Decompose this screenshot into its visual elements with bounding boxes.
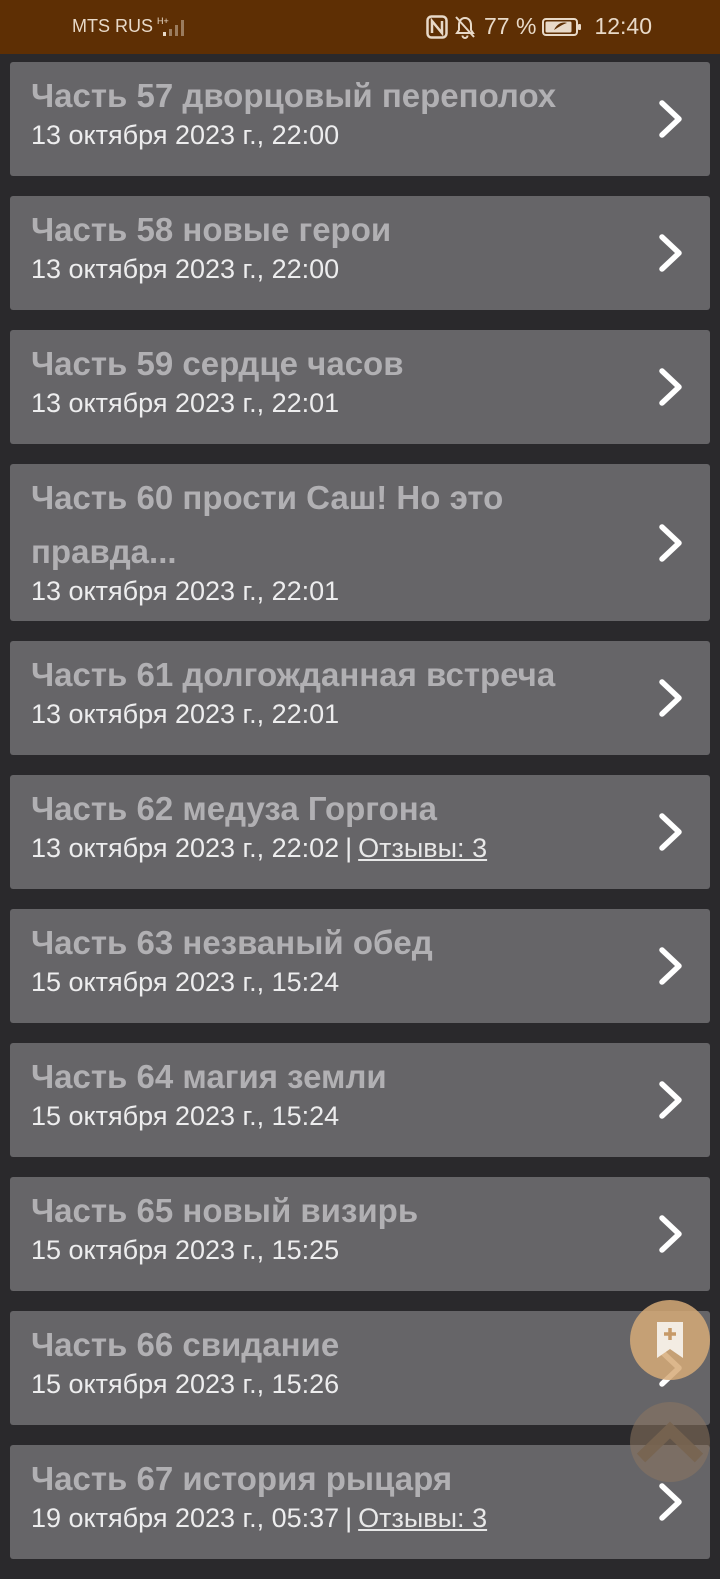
chevron-right-icon <box>658 678 684 718</box>
chapter-meta: 15 октября 2023 г., 15:24 <box>31 964 640 1000</box>
bell-off-icon <box>454 15 476 39</box>
chapter-date: 13 октября 2023 г., 22:01 <box>31 699 340 729</box>
chapter-list: Часть 57 дворцовый переполох 13 октября 2… <box>10 62 710 1579</box>
chevron-right-icon <box>658 812 684 852</box>
chapter-meta: 19 октября 2023 г., 05:37 | Отзывы: 3 <box>31 1500 640 1536</box>
chapter-item[interactable]: Часть 63 незваный обед 15 октября 2023 г.… <box>10 909 710 1023</box>
chapter-date: 13 октября 2023 г., 22:00 <box>31 254 340 284</box>
chapter-date: 15 октября 2023 г., 15:25 <box>31 1235 340 1265</box>
chapter-meta: 15 октября 2023 г., 15:25 <box>31 1232 640 1268</box>
chapter-meta: 13 октября 2023 г., 22:01 <box>31 385 640 421</box>
meta-separator: | <box>345 833 353 863</box>
chevron-right-icon <box>658 946 684 986</box>
chapter-item[interactable]: Часть 64 магия земли 15 октября 2023 г., … <box>10 1043 710 1157</box>
nfc-icon <box>426 14 448 39</box>
chapter-title[interactable]: Часть 65 новый визирь <box>31 1184 640 1238</box>
chapter-date: 15 октября 2023 г., 15:26 <box>31 1369 340 1399</box>
chapter-title[interactable]: Часть 64 магия земли <box>31 1050 640 1104</box>
chevron-right-icon <box>658 1482 684 1522</box>
chapter-date: 13 октября 2023 г., 22:02 <box>31 833 340 863</box>
chapter-meta: 13 октября 2023 г., 22:01 <box>31 573 640 609</box>
chapter-item[interactable]: Часть 58 новые герои 13 октября 2023 г., … <box>10 196 710 310</box>
meta-separator: | <box>345 1503 353 1533</box>
chevron-right-icon <box>658 233 684 273</box>
clock: 12:40 <box>594 13 652 39</box>
network-tag: H+ <box>157 16 169 26</box>
chevron-up-icon <box>635 1420 705 1464</box>
chapter-item[interactable]: Часть 67 история рыцаря 19 октября 2023 г… <box>10 1445 710 1559</box>
chapter-item[interactable]: Часть 60 прости Саш! Но это правда... 13 … <box>10 464 710 621</box>
add-bookmark-button[interactable] <box>630 1300 710 1380</box>
chapter-date: 19 октября 2023 г., 05:37 <box>31 1503 340 1533</box>
chevron-right-icon <box>658 1080 684 1120</box>
chevron-right-icon <box>658 99 684 139</box>
status-icons: 77 % 12:40 <box>426 13 652 40</box>
chapter-date: 13 октября 2023 г., 22:01 <box>31 388 340 418</box>
status-bar: MTS RUS H+ 77 % 12:40 <box>0 0 720 54</box>
chapter-date: 15 октября 2023 г., 15:24 <box>31 967 340 997</box>
chapter-title[interactable]: Часть 66 свидание <box>31 1318 640 1372</box>
chapter-item[interactable]: Часть 59 сердце часов 13 октября 2023 г.,… <box>10 330 710 444</box>
chapter-date: 15 октября 2023 г., 15:24 <box>31 1101 340 1131</box>
chapter-item[interactable]: Часть 62 медуза Горгона 13 октября 2023 г… <box>10 775 710 889</box>
reviews-link[interactable]: Отзывы: 3 <box>358 833 487 863</box>
chevron-right-icon <box>658 523 684 563</box>
chapter-item[interactable]: Часть 65 новый визирь 15 октября 2023 г.,… <box>10 1177 710 1291</box>
carrier-group: MTS RUS H+ <box>72 16 191 43</box>
chapter-item[interactable]: Часть 61 долгожданная встреча 13 октября … <box>10 641 710 755</box>
chapter-title[interactable]: Часть 67 история рыцаря <box>31 1452 640 1506</box>
chapter-title[interactable]: Часть 62 медуза Горгона <box>31 782 640 836</box>
chapter-title[interactable]: Часть 59 сердце часов <box>31 337 640 391</box>
chapter-title[interactable]: Часть 61 долгожданная встреча <box>31 648 640 702</box>
signal-icon: H+ <box>157 16 191 43</box>
chapter-date: 13 октября 2023 г., 22:01 <box>31 576 340 606</box>
reviews-link[interactable]: Отзывы: 3 <box>358 1503 487 1533</box>
chapter-item[interactable]: Часть 66 свидание 15 октября 2023 г., 15:… <box>10 1311 710 1425</box>
chapter-meta: 15 октября 2023 г., 15:24 <box>31 1098 640 1134</box>
chapter-meta: 15 октября 2023 г., 15:26 <box>31 1366 640 1402</box>
chapter-title[interactable]: Часть 60 прости Саш! Но это правда... <box>31 471 640 579</box>
carrier-name: MTS RUS <box>72 16 153 36</box>
chapter-title[interactable]: Часть 57 дворцовый переполох <box>31 69 640 123</box>
chapter-date: 13 октября 2023 г., 22:00 <box>31 120 340 150</box>
chapter-title[interactable]: Часть 58 новые герои <box>31 203 640 257</box>
chapter-item[interactable]: Часть 57 дворцовый переполох 13 октября 2… <box>10 62 710 176</box>
chevron-right-icon <box>658 367 684 407</box>
battery-icon <box>542 17 582 37</box>
bookmark-add-icon <box>655 1320 685 1360</box>
chevron-right-icon <box>658 1214 684 1254</box>
battery-percent: 77 % <box>484 13 537 39</box>
chapter-meta: 13 октября 2023 г., 22:02 | Отзывы: 3 <box>31 830 640 866</box>
scroll-to-top-button[interactable] <box>630 1402 710 1482</box>
chapter-title[interactable]: Часть 63 незваный обед <box>31 916 640 970</box>
chapter-meta: 13 октября 2023 г., 22:00 <box>31 251 640 287</box>
